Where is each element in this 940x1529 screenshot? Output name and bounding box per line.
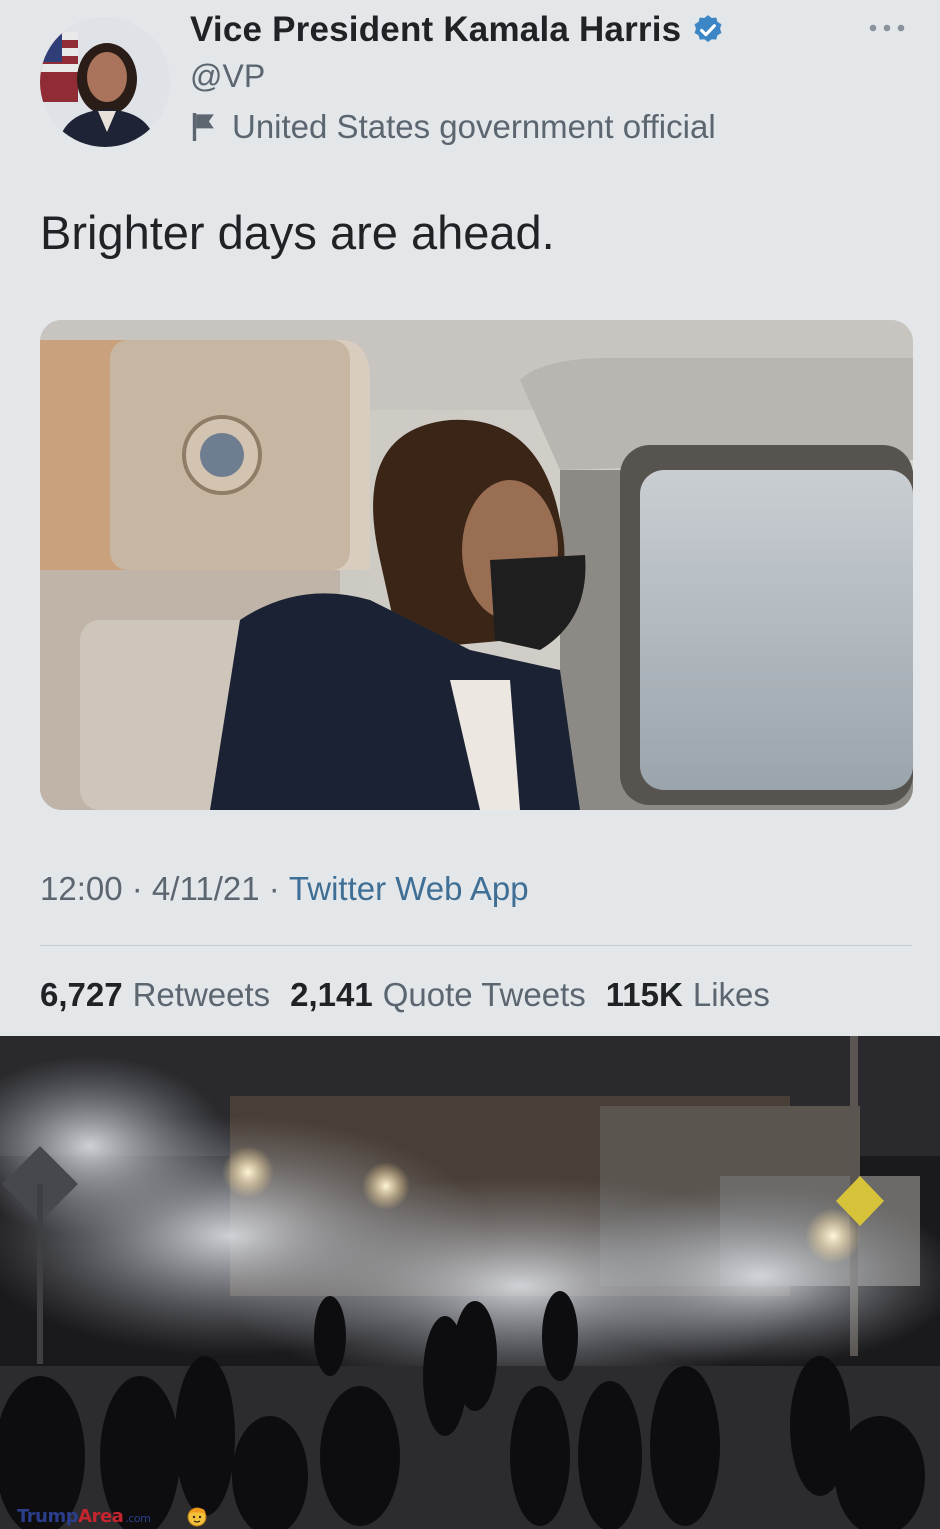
tweet-date[interactable]: 4/11/21 [152, 870, 260, 908]
retweets-count: 6,727 [40, 976, 123, 1013]
tweet-time[interactable]: 12:00 [40, 870, 123, 908]
more-options-icon[interactable] [866, 18, 908, 38]
tweet-source-link[interactable]: Twitter Web App [289, 870, 529, 908]
quote-tweets-count: 2,141 [290, 976, 373, 1013]
likes-label: Likes [692, 976, 770, 1013]
verified-badge-icon [694, 15, 722, 43]
mascot-face-icon [187, 1507, 207, 1527]
watermark-brand-part2: Area [78, 1506, 124, 1527]
likes-count: 115K [605, 976, 683, 1013]
meta-separator: · [122, 870, 152, 907]
government-label: United States government official [232, 108, 716, 145]
quote-tweets-label: Quote Tweets [382, 976, 586, 1013]
display-name[interactable]: Vice President Kamala Harris [190, 10, 681, 50]
retweets-label: Retweets [132, 976, 271, 1013]
user-handle[interactable]: @VP [190, 58, 265, 95]
divider [40, 945, 912, 946]
tweet-stats: 6,727 Retweets 2,141 Quote Tweets 115K L… [40, 976, 770, 1014]
tweet-text: Brighter days are ahead. [40, 206, 555, 259]
site-watermark: Trump Area .com [17, 1506, 207, 1527]
watermark-suffix: .com [125, 1512, 151, 1525]
avatar-image [40, 17, 170, 147]
tweet-card: Vice President Kamala Harris @VP United … [0, 0, 940, 1036]
likes-stat[interactable]: 115K Likes [606, 976, 770, 1014]
profile-avatar[interactable] [40, 17, 170, 147]
meta-separator: · [259, 870, 289, 907]
retweets-stat[interactable]: 6,727 Retweets [40, 976, 270, 1014]
tweet-photo[interactable] [40, 320, 913, 810]
protest-scene-image [0, 1036, 940, 1529]
quote-tweets-stat[interactable]: 2,141 Quote Tweets [290, 976, 586, 1014]
flag-icon [192, 113, 214, 141]
news-photo [0, 1036, 940, 1529]
photo-image [40, 320, 913, 810]
account-label: United States government official [190, 108, 716, 146]
watermark-brand-part1: Trump [17, 1506, 79, 1527]
tweet-meta: 12:00 · 4/11/21 · Twitter Web App [40, 870, 529, 908]
